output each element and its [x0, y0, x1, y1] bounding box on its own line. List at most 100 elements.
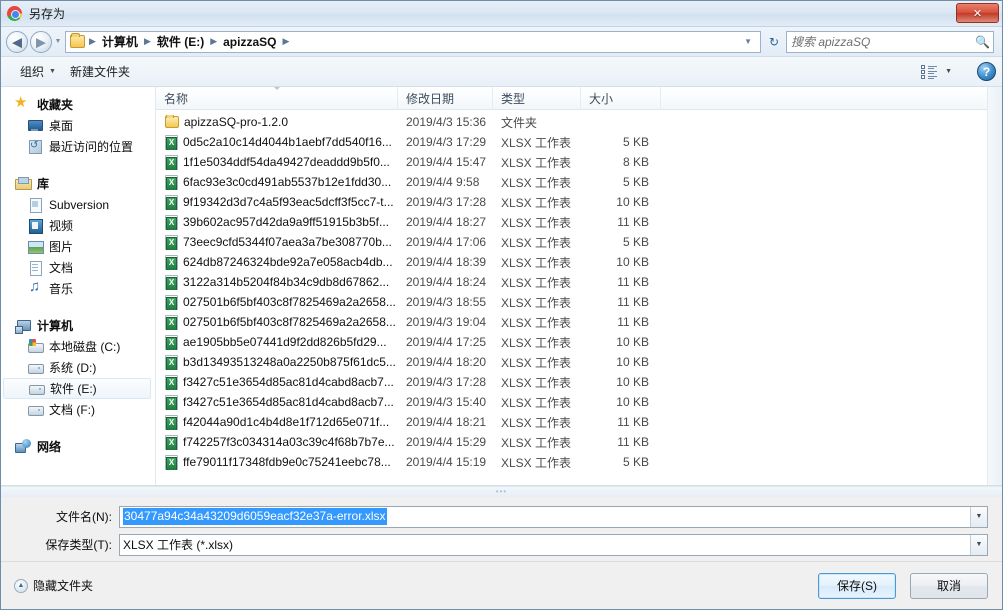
xlsx-icon [165, 334, 178, 350]
breadcrumb-item-drive[interactable]: 软件 (E:) [153, 32, 208, 51]
filetype-select[interactable]: XLSX 工作表 (*.xlsx) ▼ [119, 533, 988, 556]
column-header-date[interactable]: 修改日期 [398, 86, 493, 110]
column-label: 修改日期 [406, 91, 455, 106]
table-row[interactable]: 624db87246324bde92a7e058acb4db... 2019/4/… [156, 252, 1002, 272]
filetype-value: XLSX 工作表 (*.xlsx) [123, 538, 234, 552]
xlsx-icon [165, 214, 178, 230]
computer-icon [15, 318, 31, 334]
table-row[interactable]: 3122a314b5204f84b34c9db8d67862... 2019/4/… [156, 272, 1002, 292]
sidebar-item-favorites[interactable]: 收藏夹 [1, 93, 155, 115]
hide-folders-button[interactable]: ▲ 隐藏文件夹 [14, 577, 93, 594]
music-icon [27, 278, 43, 296]
breadcrumb-separator[interactable]: ▶ [208, 36, 219, 47]
xlsx-icon [165, 394, 178, 410]
search-input[interactable]: 搜索 apizzaSQ [791, 33, 975, 50]
file-name-label: 027501b6f5bf403c8f7825469a2a2658... [183, 295, 396, 309]
back-button[interactable]: ◀ [6, 30, 28, 53]
file-name-label: 624db87246324bde92a7e058acb4db... [183, 255, 393, 269]
file-name-label: 1f1e5034ddf54da49427deaddd9b5f0... [183, 155, 390, 169]
table-row[interactable]: b3d13493513248a0a2250b875f61dc5... 2019/4… [156, 352, 1002, 372]
sidebar-item-libraries[interactable]: 库 [1, 173, 155, 194]
address-dropdown-icon[interactable]: ▼ [741, 37, 757, 46]
file-name-cell: ae1905bb5e07441d9f2dd826b5fd29... [156, 334, 398, 350]
breadcrumb-separator[interactable]: ▶ [142, 36, 153, 47]
breadcrumb-item-folder[interactable]: apizzaSQ [219, 34, 280, 50]
column-label: 类型 [501, 91, 526, 106]
breadcrumb: ▶ 计算机 ▶ 软件 (E:) ▶ apizzaSQ ▶ [87, 32, 741, 51]
table-row[interactable]: 027501b6f5bf403c8f7825469a2a2658... 2019/… [156, 292, 1002, 312]
hard-disk-icon [27, 360, 44, 375]
column-header-name[interactable]: 名称 [156, 86, 398, 110]
sidebar-label: 桌面 [49, 119, 74, 133]
star-icon [14, 93, 31, 112]
search-box[interactable]: 搜索 apizzaSQ 🔍 [786, 30, 994, 53]
table-row[interactable]: 39b602ac957d42da9a9ff51915b3b5f... 2019/4… [156, 212, 1002, 232]
breadcrumb-separator[interactable]: ▶ [87, 36, 98, 47]
sidebar-item-local-disk-c[interactable]: 本地磁盘 (C:) [1, 336, 155, 357]
filename-input[interactable]: 30477a94c34a43209d6059eacf32e37a-error.x… [119, 505, 988, 528]
file-type-cell: XLSX 工作表 [501, 275, 572, 290]
table-row[interactable]: f42044a90d1c4b4d8e1f712d65e071f... 2019/4… [156, 412, 1002, 432]
sidebar-item-drive-d[interactable]: 系统 (D:) [1, 357, 155, 378]
file-name-cell: f3427c51e3654d85ac81d4cabd8acb7... [156, 374, 398, 390]
table-row[interactable]: f3427c51e3654d85ac81d4cabd8acb7... 2019/4… [156, 372, 1002, 392]
column-header-size[interactable]: 大小 [581, 86, 661, 110]
file-name-cell: 73eec9cfd5344f07aea3a7be308770b... [156, 234, 398, 250]
sidebar-item-drive-f[interactable]: 文档 (F:) [1, 399, 155, 420]
filetype-dropdown-icon[interactable]: ▼ [970, 534, 987, 555]
hide-folders-label: 隐藏文件夹 [33, 579, 94, 593]
new-folder-button[interactable]: 新建文件夹 [63, 60, 137, 83]
file-name-cell: 624db87246324bde92a7e058acb4db... [156, 254, 398, 270]
table-row[interactable]: 0d5c2a10c14d4044b1aebf7dd540f16... 2019/4… [156, 132, 1002, 152]
sidebar-label: 视频 [49, 219, 74, 233]
sidebar-item-recent-places[interactable]: 最近访问的位置 [1, 136, 155, 157]
sidebar-item-videos[interactable]: 视频 [1, 215, 155, 236]
table-row[interactable]: f742257f3c034314a03c39c4f68b7b7e... 2019/… [156, 432, 1002, 452]
hard-disk-windows-icon [27, 339, 44, 354]
table-row[interactable]: 73eec9cfd5344f07aea3a7be308770b... 2019/4… [156, 232, 1002, 252]
table-row[interactable]: ae1905bb5e07441d9f2dd826b5fd29... 2019/4/… [156, 332, 1002, 352]
file-type-cell: XLSX 工作表 [501, 175, 572, 190]
sidebar-item-documents[interactable]: 文档 [1, 257, 155, 278]
cancel-button[interactable]: 取消 [910, 572, 988, 599]
forward-button[interactable]: ▶ [30, 30, 52, 53]
table-row[interactable]: apizzaSQ-pro-1.2.0 2019/4/3 15:36 文件夹 [156, 112, 1002, 132]
sidebar-item-computer[interactable]: 计算机 [1, 315, 155, 336]
sidebar-label: 文档 (F:) [49, 403, 95, 417]
pane-splitter[interactable]: ••• [1, 486, 1002, 497]
table-row[interactable]: 6fac93e3c0cd491ab5537b12e1fdd30... 2019/4… [156, 172, 1002, 192]
close-button[interactable]: ✕ [956, 3, 999, 23]
back-arrow-icon: ◀ [12, 34, 22, 49]
breadcrumb-separator[interactable]: ▶ [280, 36, 291, 47]
save-button[interactable]: 保存(S) [818, 572, 896, 599]
sidebar-item-music[interactable]: 音乐 [1, 278, 155, 299]
table-row[interactable]: f3427c51e3654d85ac81d4cabd8acb7... 2019/4… [156, 392, 1002, 412]
column-header-type[interactable]: 类型 [493, 86, 581, 110]
sidebar-item-desktop[interactable]: 桌面 [1, 115, 155, 136]
filename-dropdown-icon[interactable]: ▼ [970, 506, 987, 527]
table-row[interactable]: 027501b6f5bf403c8f7825469a2a2658... 2019/… [156, 312, 1002, 332]
sidebar-item-subversion[interactable]: Subversion [1, 194, 155, 215]
xlsx-icon [165, 414, 178, 430]
sidebar-item-network[interactable]: 网络 [1, 436, 155, 457]
breadcrumb-item-computer[interactable]: 计算机 [98, 32, 142, 51]
table-row[interactable]: ffe79011f17348fdb9e0c75241eebc78... 2019/… [156, 452, 1002, 472]
table-row[interactable]: 1f1e5034ddf54da49427deaddd9b5f0... 2019/4… [156, 152, 1002, 172]
view-mode-icon[interactable] [921, 64, 938, 79]
sidebar-label: 文档 [49, 261, 74, 275]
sidebar-item-pictures[interactable]: 图片 [1, 236, 155, 257]
address-bar[interactable]: ▶ 计算机 ▶ 软件 (E:) ▶ apizzaSQ ▶ ▼ [65, 30, 761, 53]
view-mode-dropdown[interactable]: ▼ [938, 65, 959, 78]
refresh-icon[interactable]: ↻ [764, 32, 784, 52]
file-size-cell: 11 KB [617, 435, 649, 449]
organize-button[interactable]: 组织 ▼ [13, 60, 63, 83]
table-row[interactable]: 9f19342d3d7c4a5f93eac5dcff3f5cc7-t... 201… [156, 192, 1002, 212]
sidebar-item-drive-e[interactable]: 软件 (E:) [3, 378, 151, 399]
file-name-label: 73eec9cfd5344f07aea3a7be308770b... [183, 235, 392, 249]
vertical-scrollbar[interactable] [987, 87, 1002, 485]
help-button[interactable]: ? [977, 62, 996, 81]
splitter-grip-icon: ••• [495, 487, 508, 496]
file-date-cell: 2019/4/3 19:04 [406, 315, 487, 329]
history-dropdown-icon[interactable]: ▼ [52, 38, 64, 45]
